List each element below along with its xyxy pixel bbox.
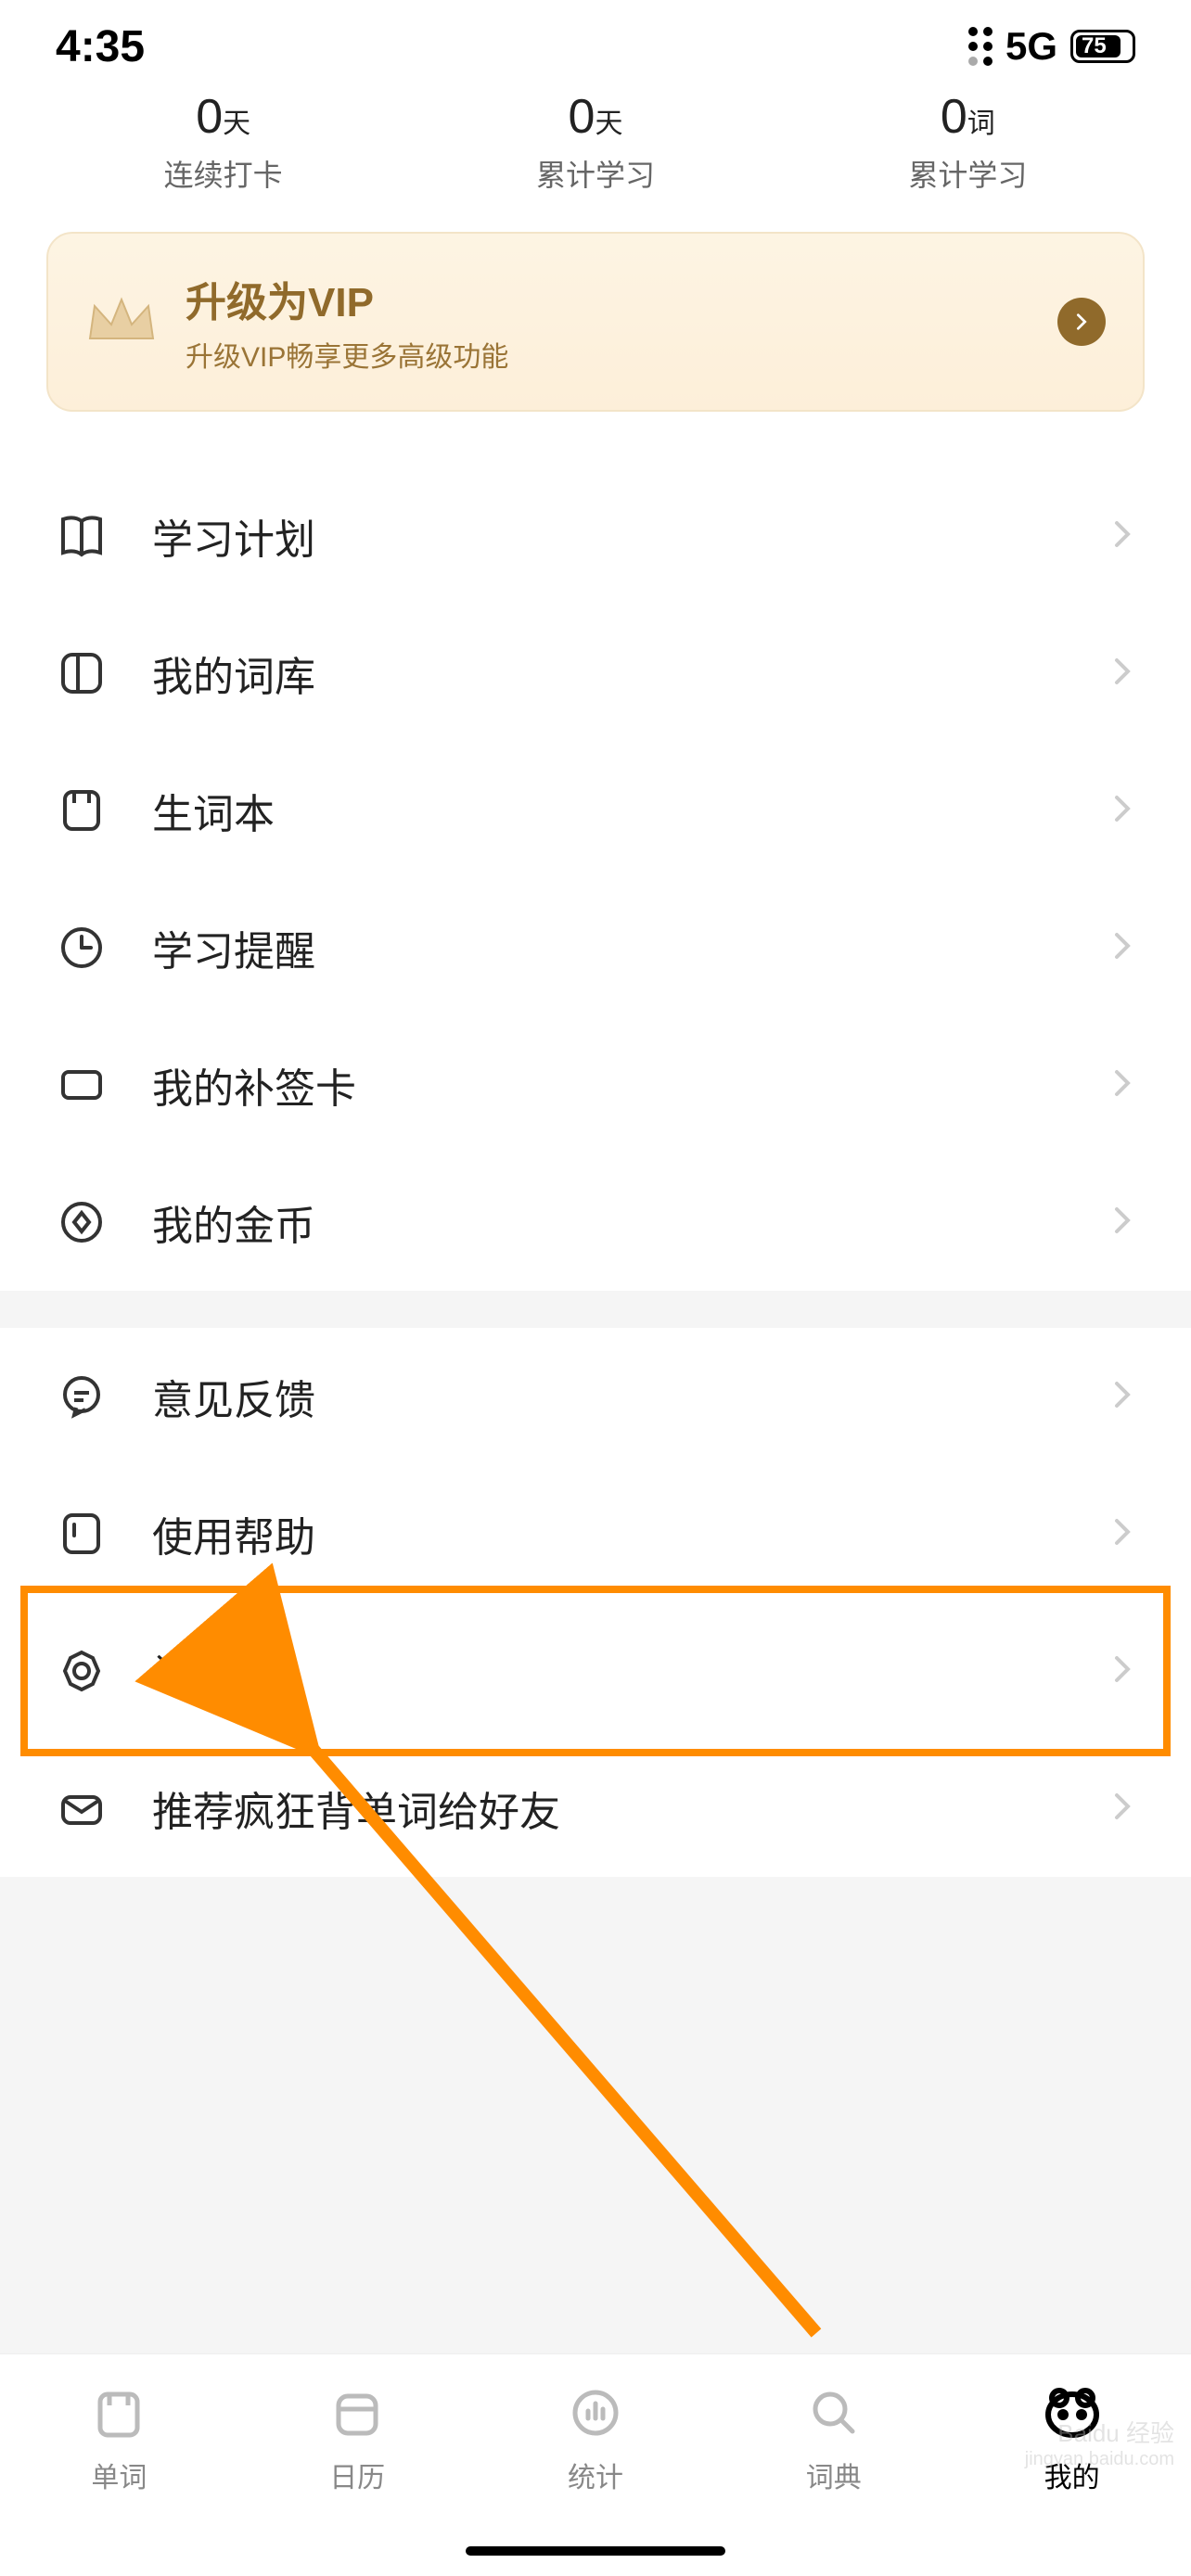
menu-item-card[interactable]: 我的补签卡 xyxy=(0,1016,1191,1154)
stats-row: 0天 连续打卡 0天 累计学习 0词 累计学习 xyxy=(0,89,1191,232)
network-label: 5G xyxy=(1005,24,1057,69)
tab-bar: 单词 日历 统计 词典 我的 xyxy=(0,2353,1191,2576)
menu-item-clock[interactable]: 学习提醒 xyxy=(0,879,1191,1016)
menu-label: 学习计划 xyxy=(152,506,1065,566)
chevron-right-icon xyxy=(1109,1788,1135,1830)
menu-group-study: 学习计划我的词库生词本学习提醒我的补签卡我的金币 xyxy=(0,467,1191,1291)
tab-words[interactable]: 单词 xyxy=(0,2380,238,2576)
chevron-right-icon xyxy=(1109,1651,1135,1692)
calendar-icon xyxy=(325,2380,390,2445)
tab-mine[interactable]: 我的 xyxy=(953,2380,1191,2576)
signal-icon xyxy=(968,27,992,66)
stat-label: 累计学习 xyxy=(782,152,1154,195)
crown-icon xyxy=(85,292,158,352)
clock-icon xyxy=(56,922,108,974)
chevron-right-icon xyxy=(1109,1065,1135,1106)
mail-icon xyxy=(56,1782,108,1834)
menu-label: 设置 xyxy=(152,1641,1065,1701)
menu-item-split[interactable]: 我的词库 xyxy=(0,605,1191,742)
vip-title: 升级为VIP xyxy=(186,269,1030,328)
menu-label: 我的补签卡 xyxy=(152,1055,1065,1115)
menu-item-gear[interactable]: 设置 xyxy=(0,1602,1191,1740)
menu-item-coin[interactable]: 我的金币 xyxy=(0,1154,1191,1291)
stat-streak[interactable]: 0天 连续打卡 xyxy=(37,89,409,195)
card-icon xyxy=(56,1059,108,1111)
gear-icon xyxy=(56,1645,108,1697)
chevron-right-icon xyxy=(1109,927,1135,969)
menu-item-mail[interactable]: 推荐疯狂背单词给好友 xyxy=(0,1740,1191,1877)
menu-label: 生词本 xyxy=(152,781,1065,840)
book-icon xyxy=(56,510,108,562)
stat-label: 累计学习 xyxy=(409,152,781,195)
watermark: Baidu 经验 jingyan.baidu.com xyxy=(1025,2419,1174,2470)
stat-total-days[interactable]: 0天 累计学习 xyxy=(409,89,781,195)
vip-banner[interactable]: 升级为VIP 升级VIP畅享更多高级功能 xyxy=(46,232,1145,412)
chevron-right-icon xyxy=(1109,1376,1135,1418)
menu-label: 使用帮助 xyxy=(152,1504,1065,1563)
tab-dictionary[interactable]: 词典 xyxy=(714,2380,953,2576)
stat-label: 连续打卡 xyxy=(37,152,409,195)
chevron-right-icon xyxy=(1057,298,1106,346)
chevron-right-icon xyxy=(1109,1513,1135,1555)
split-icon xyxy=(56,647,108,699)
help-icon xyxy=(56,1508,108,1560)
menu-label: 意见反馈 xyxy=(152,1367,1065,1426)
chevron-right-icon xyxy=(1109,516,1135,557)
notebook-icon xyxy=(56,784,108,836)
chevron-right-icon xyxy=(1109,790,1135,832)
menu-item-notebook[interactable]: 生词本 xyxy=(0,742,1191,879)
menu-label: 推荐疯狂背单词给好友 xyxy=(152,1779,1065,1838)
status-right: 5G 75 xyxy=(968,24,1135,69)
chevron-right-icon xyxy=(1109,653,1135,695)
menu-item-book[interactable]: 学习计划 xyxy=(0,467,1191,605)
menu-item-help[interactable]: 使用帮助 xyxy=(0,1465,1191,1602)
home-indicator[interactable] xyxy=(466,2546,725,2556)
status-bar: 4:35 5G 75 xyxy=(0,0,1191,93)
search-icon xyxy=(801,2380,866,2445)
menu-group-system: 意见反馈使用帮助设置推荐疯狂背单词给好友 xyxy=(0,1328,1191,1877)
menu-item-chat[interactable]: 意见反馈 xyxy=(0,1328,1191,1465)
coin-icon xyxy=(56,1196,108,1248)
status-time: 4:35 xyxy=(56,21,145,72)
stats-icon xyxy=(563,2380,628,2445)
battery-icon: 75 xyxy=(1070,30,1135,63)
menu-label: 我的金币 xyxy=(152,1192,1065,1252)
vip-subtitle: 升级VIP畅享更多高级功能 xyxy=(186,334,1030,375)
word-icon xyxy=(86,2380,151,2445)
chat-icon xyxy=(56,1371,108,1422)
tab-calendar[interactable]: 日历 xyxy=(238,2380,477,2576)
chevron-right-icon xyxy=(1109,1202,1135,1243)
menu-label: 学习提醒 xyxy=(152,918,1065,977)
stat-total-words[interactable]: 0词 累计学习 xyxy=(782,89,1154,195)
menu-label: 我的词库 xyxy=(152,644,1065,703)
